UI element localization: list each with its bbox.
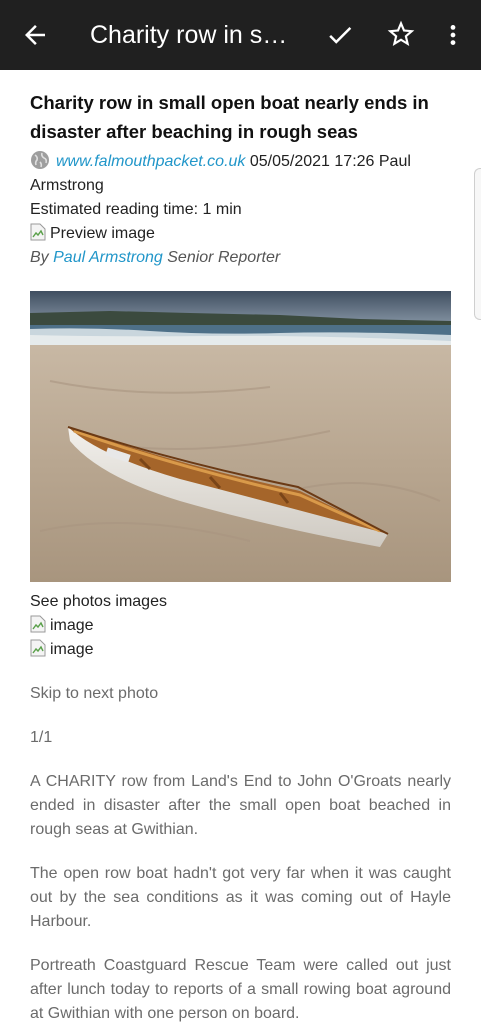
image-placeholder-1: image [30, 614, 451, 638]
image-alt-1: image [50, 617, 94, 634]
byline-prefix: By [30, 249, 49, 266]
article-meta: www.falmouthpacket.co.uk 05/05/2021 17:2… [30, 150, 451, 198]
article-paragraph-3: Portreath Coastguard Rescue Team were ca… [30, 957, 451, 1022]
photo-counter: 1/1 [30, 729, 53, 746]
author-link[interactable]: Paul Armstrong [53, 249, 163, 266]
image-alt-2: image [50, 641, 94, 658]
check-icon[interactable] [325, 20, 355, 50]
source-link[interactable]: www.falmouthpacket.co.uk [56, 153, 245, 170]
author-role: Senior Reporter [167, 249, 281, 266]
broken-image-icon [30, 223, 46, 241]
byline: By Paul Armstrong Senior Reporter [30, 246, 451, 270]
article-content: Charity row in small open boat nearly en… [30, 88, 451, 1026]
app-bar: Charity row in s… [0, 0, 481, 70]
reading-time: Estimated reading time: 1 min [30, 201, 242, 218]
article-paragraph-1: A CHARITY row from Land's End to John O'… [30, 773, 451, 838]
see-photos-label: See photos images [30, 593, 167, 610]
article-paragraph-2: The open row boat hadn't got very far wh… [30, 865, 451, 930]
broken-image-icon [30, 639, 46, 657]
arrow-back-icon[interactable] [20, 20, 50, 50]
star-outline-icon[interactable] [385, 18, 417, 50]
preview-image-alt: Preview image [50, 225, 155, 242]
preview-image-placeholder: Preview image [30, 222, 451, 246]
article-headline: Charity row in small open boat nearly en… [30, 92, 429, 142]
scroll-handle[interactable] [474, 168, 481, 320]
skip-to-next-photo[interactable]: Skip to next photo [30, 682, 451, 706]
globe-icon [31, 151, 49, 169]
boat-on-beach-photo [30, 291, 451, 582]
broken-image-icon [30, 615, 46, 633]
image-placeholder-2: image [30, 638, 451, 662]
app-bar-title: Charity row in s… [90, 21, 288, 49]
more-vert-icon[interactable] [440, 20, 466, 50]
